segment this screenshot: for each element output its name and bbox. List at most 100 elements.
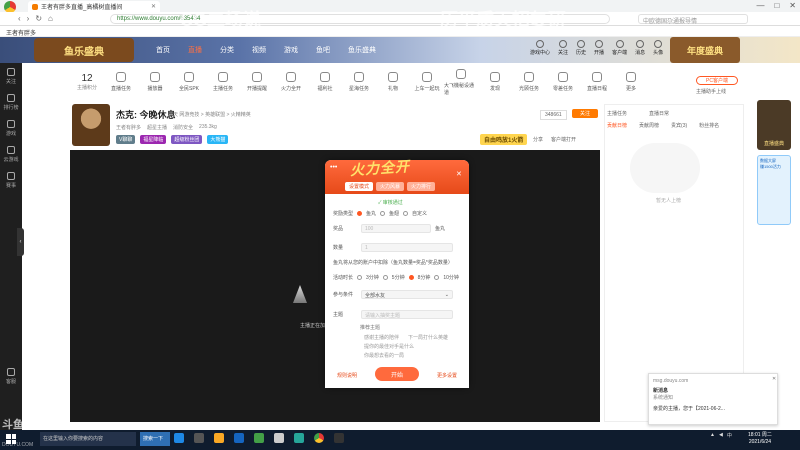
tab-live-daily[interactable]: 直播日常 [649, 110, 669, 117]
tool-schedule[interactable]: 直播日程 [580, 72, 614, 92]
tool-star-task[interactable]: 星海任务 [342, 72, 376, 92]
edge-icon[interactable] [174, 433, 184, 443]
tab-close-icon[interactable]: ✕ [151, 3, 156, 10]
tool-anchor-task[interactable]: 主播任务 [206, 72, 240, 92]
taskbar-clock[interactable]: 18:01 周二 2021/6/24 [748, 432, 772, 446]
browser-search-input[interactable]: 中欧德国尕通报导情 [638, 14, 748, 25]
tool-car[interactable]: 上车一起玩 [410, 72, 444, 92]
site-promo-logo[interactable]: 鱼乐盛典 [34, 38, 134, 62]
radio-3min[interactable] [357, 275, 363, 280]
tool-gift[interactable]: 礼物 [376, 72, 410, 92]
back-icon[interactable]: ‹ [18, 14, 21, 23]
condition-select[interactable]: 全部水友 ⌄ [361, 290, 453, 299]
sidebar-item-rank[interactable]: 排行榜 [0, 89, 22, 115]
taskbar-app-button[interactable]: 搜索一下 [140, 432, 170, 446]
suggestion-item[interactable]: 下一局打什么英雄 [408, 334, 448, 341]
room-path[interactable]: 网游竞技 > 英雄联盟 > 火精精英 [179, 112, 250, 118]
radio-10min[interactable] [434, 275, 440, 280]
suggestion-item[interactable]: 感谢主播的陪伴 [364, 334, 399, 341]
browser-icon[interactable] [314, 433, 324, 443]
folder-icon[interactable] [214, 433, 224, 443]
nav-home[interactable]: 首页 [156, 45, 170, 55]
more-settings-link[interactable]: 更多设置 [437, 372, 457, 379]
tag-fans[interactable]: 超级粉丝团 [171, 135, 203, 144]
start-button[interactable]: 开始 [375, 367, 419, 381]
client-button[interactable]: 客户端 [612, 40, 627, 56]
sidebar-item-events[interactable]: 赛事 [0, 167, 22, 193]
nav-category[interactable]: 分类 [220, 45, 234, 55]
modal-close-icon[interactable]: ✕ [456, 170, 462, 178]
tab-fire-rank[interactable]: 火力排行 [407, 182, 436, 191]
taskbar-search-input[interactable]: 在这里输入你要搜索的内容 [40, 432, 136, 446]
nav-festival[interactable]: 鱼乐盛典 [348, 45, 376, 55]
pc-client-button[interactable]: PC客户端 [696, 76, 738, 85]
room-category[interactable]: 聊天 [168, 112, 178, 118]
home-icon[interactable]: ⌂ [48, 14, 53, 23]
avatar-button[interactable]: 头像 [653, 40, 663, 56]
minimize-button[interactable]: — [756, 1, 764, 10]
tool-welfare[interactable]: 福利社 [308, 72, 342, 92]
notification-close-icon[interactable]: ✕ [772, 376, 776, 382]
network-icon[interactable]: ▲ [710, 432, 715, 439]
tab-vip[interactable]: 贵宾(3) [671, 122, 687, 129]
tool-zero[interactable]: 零差任务 [546, 72, 580, 92]
modal-menu-icon[interactable]: ••• [330, 164, 337, 171]
client-open-button[interactable]: 客户端打开 [551, 136, 576, 143]
tab-weekly-rank[interactable]: 贡献周榜 [639, 122, 659, 129]
wechat-icon[interactable] [254, 433, 264, 443]
task-view-icon[interactable] [194, 433, 204, 443]
tab-daily-rank[interactable]: 贡献日榜 [607, 122, 627, 129]
anchor-name[interactable]: 王者有胖多 [116, 124, 141, 131]
nav-video[interactable]: 视频 [252, 45, 266, 55]
rules-link[interactable]: 规则说明 [337, 372, 357, 379]
quantity-input[interactable]: 1 [361, 243, 453, 252]
maximize-button[interactable]: □ [774, 1, 779, 10]
radio-fishfin[interactable] [380, 211, 386, 216]
tool-live-task[interactable]: 直播任务 [104, 72, 138, 92]
notification-toast[interactable]: msg.douyu.com 新消息 系统通知 亲爱的主播，您于【2021-06-… [648, 373, 778, 425]
sidebar-collapse-button[interactable]: ‹ [17, 228, 24, 256]
tool-icon[interactable] [274, 433, 284, 443]
follow-header-button[interactable]: 关注 [558, 40, 568, 56]
reload-icon[interactable]: ↻ [35, 14, 42, 23]
obs-icon[interactable] [334, 433, 344, 443]
nav-game[interactable]: 游戏 [284, 45, 298, 55]
radio-8min[interactable] [408, 275, 414, 280]
prize-input[interactable]: 100 [361, 224, 431, 233]
nav-live[interactable]: 直播 [188, 45, 202, 55]
radio-custom[interactable] [403, 211, 409, 216]
right-ad-banner[interactable]: 直播盛典 [757, 100, 791, 150]
tab-fire-storm[interactable]: 火力风暴 [376, 182, 405, 191]
tag-panda[interactable]: 大熊猫 [207, 135, 229, 144]
volume-icon[interactable]: ◀ [719, 432, 723, 439]
tag-vchat[interactable]: V聊聊 [116, 135, 136, 144]
tool-more[interactable]: 更多 [614, 72, 648, 92]
close-window-button[interactable]: ✕ [789, 1, 796, 10]
tool-visit[interactable]: 光顾任务 [512, 72, 546, 92]
suggestion-item[interactable]: 你最想去看的一局 [364, 352, 404, 359]
store-icon[interactable] [234, 433, 244, 443]
tag-star[interactable]: 福星降临 [140, 135, 167, 144]
browser-tab[interactable]: 王者有胖多直播_高橘树直播间 ✕ [28, 1, 160, 12]
right-ad-card[interactable]: 数据大屏 赚1500活力 [757, 155, 791, 225]
avatar[interactable] [72, 104, 110, 146]
charge-badge[interactable]: 自由鸣放1火箭 [480, 134, 528, 145]
sidebar-item-service[interactable]: 客服 [0, 363, 22, 389]
tool-spk[interactable]: 全民SPK [172, 72, 206, 92]
tool-fire[interactable]: 火力全开 [274, 72, 308, 92]
tab-anchor-task[interactable]: 主播任务 [607, 110, 627, 117]
radio-5min[interactable] [382, 275, 388, 280]
sidebar-item-cloud-game[interactable]: 云游戏 [0, 141, 22, 167]
suggestion-item[interactable]: 提你的最佳对手是什么 [364, 343, 414, 350]
header-promo-banner[interactable]: 年度盛典 [670, 37, 740, 63]
history-button[interactable]: 历史 [576, 40, 586, 56]
tab-fans-rank[interactable]: 粉丝排名 [699, 122, 719, 129]
radio-fishball[interactable] [357, 211, 363, 216]
app-icon[interactable] [294, 433, 304, 443]
forward-icon[interactable]: › [27, 14, 30, 23]
sidebar-item-follow[interactable]: 关注 [0, 63, 22, 89]
nav-fishbar[interactable]: 鱼吧 [316, 45, 330, 55]
ime-icon[interactable]: 中 [727, 432, 732, 439]
tool-player[interactable]: 播放器 [138, 72, 172, 92]
follow-button[interactable]: 关注 [572, 109, 598, 118]
